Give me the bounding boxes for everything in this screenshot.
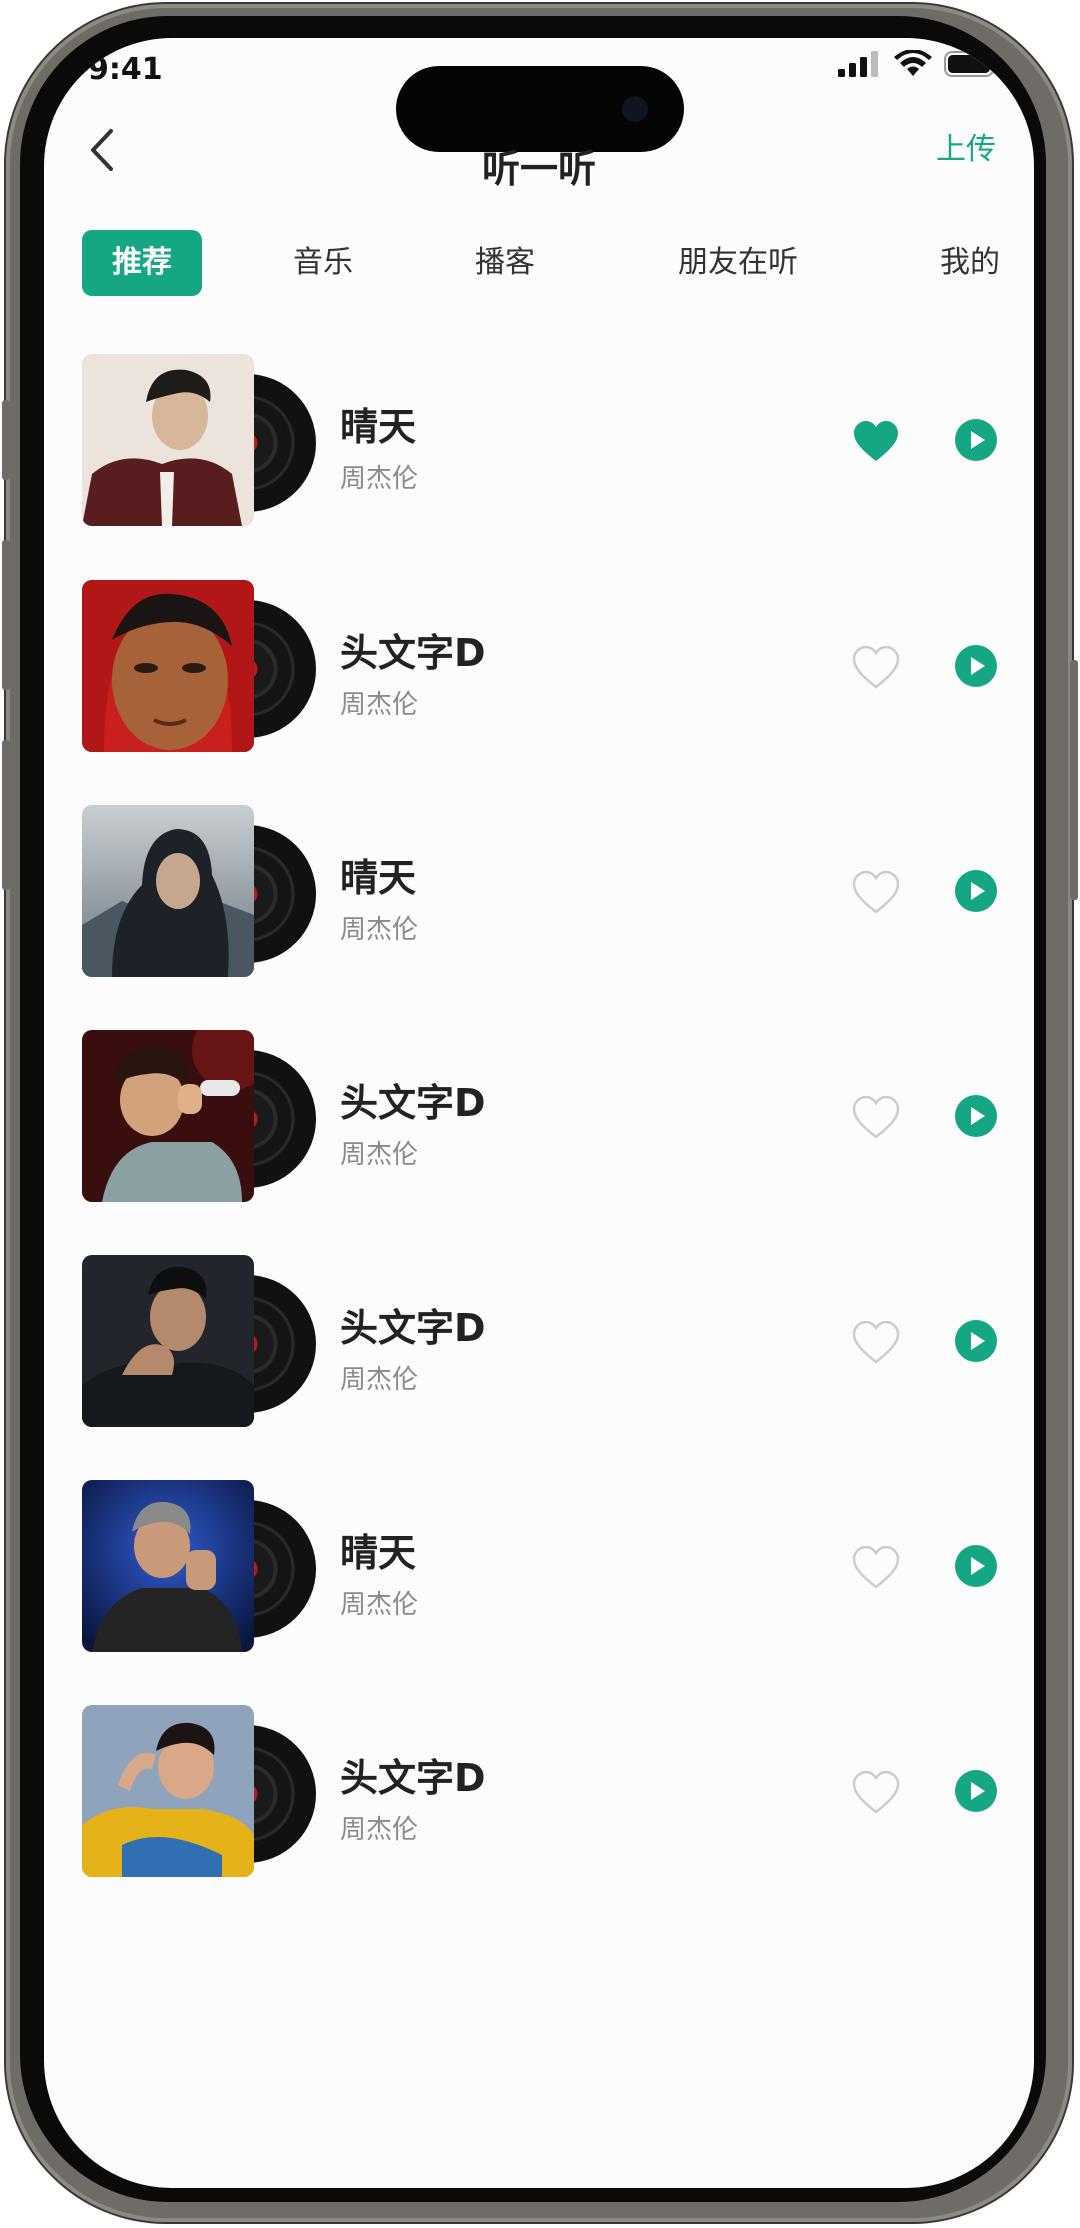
song-artwork [82, 1255, 322, 1427]
song-title: 头文字D [340, 1756, 486, 1800]
song-row[interactable]: 头文字D 周杰伦 [44, 1255, 1034, 1445]
play-icon[interactable] [954, 1769, 998, 1813]
play-icon[interactable] [954, 1544, 998, 1588]
album-cover [82, 1255, 254, 1427]
song-artist: 周杰伦 [340, 1815, 419, 1845]
album-cover [82, 1480, 254, 1652]
song-row[interactable]: 头文字D 周杰伦 [44, 580, 1034, 770]
tab-music[interactable]: 音乐 [268, 230, 378, 296]
phone-power-button [1070, 660, 1078, 900]
song-row[interactable]: 晴天 周杰伦 [44, 805, 1034, 995]
tab-mine[interactable]: 我的 [918, 230, 1022, 296]
heart-icon[interactable] [852, 1771, 900, 1815]
signal-icon [838, 51, 878, 77]
play-icon[interactable] [954, 1094, 998, 1138]
song-row[interactable]: 头文字D 周杰伦 [44, 1030, 1034, 1220]
heart-icon[interactable] [852, 1546, 900, 1590]
song-title: 晴天 [340, 405, 417, 449]
heart-icon[interactable] [852, 1096, 900, 1140]
song-artist: 周杰伦 [340, 464, 419, 494]
heart-icon[interactable] [852, 420, 900, 464]
album-cover [82, 354, 254, 526]
phone-action-button [2, 400, 10, 480]
song-artwork [82, 1480, 322, 1652]
status-icons [838, 50, 1000, 78]
song-title: 头文字D [340, 631, 486, 675]
front-camera [622, 96, 648, 122]
page-title: 听一听 [481, 147, 596, 191]
play-icon[interactable] [954, 1319, 998, 1363]
heart-icon[interactable] [852, 871, 900, 915]
heart-icon[interactable] [852, 1321, 900, 1365]
wifi-icon [894, 50, 932, 76]
song-artwork [82, 354, 322, 526]
category-tabs: 推荐 音乐 播客 朋友在听 我的 [82, 230, 1022, 300]
song-artist: 周杰伦 [340, 1365, 419, 1395]
song-artist: 周杰伦 [340, 1140, 419, 1170]
heart-icon[interactable] [852, 646, 900, 690]
song-artist: 周杰伦 [340, 690, 419, 720]
song-title: 晴天 [340, 856, 417, 900]
song-row[interactable]: 头文字D 周杰伦 [44, 1705, 1034, 1895]
song-artwork [82, 1030, 322, 1202]
tab-friends-listening[interactable]: 朋友在听 [658, 230, 818, 296]
album-cover [82, 580, 254, 752]
album-cover [82, 1030, 254, 1202]
song-title: 头文字D [340, 1081, 486, 1125]
song-artist: 周杰伦 [340, 915, 419, 945]
album-cover [82, 805, 254, 977]
upload-button[interactable]: 上传 [936, 124, 996, 168]
play-icon[interactable] [954, 418, 998, 462]
song-artist: 周杰伦 [340, 1590, 419, 1620]
song-artwork [82, 580, 322, 752]
song-title: 头文字D [340, 1306, 486, 1350]
tab-podcast[interactable]: 播客 [450, 230, 560, 296]
song-artwork [82, 805, 322, 977]
phone-volume-down-button [2, 740, 10, 890]
song-row[interactable]: 晴天 周杰伦 [44, 354, 1034, 544]
song-row[interactable]: 晴天 周杰伦 [44, 1480, 1034, 1670]
phone-screen: 9:41 听一听 上传 推荐 音乐 播客 朋友在听 我的 晴天 周杰伦 头文字D… [44, 38, 1034, 2188]
play-icon[interactable] [954, 644, 998, 688]
song-title: 晴天 [340, 1531, 417, 1575]
play-icon[interactable] [954, 869, 998, 913]
song-artwork [82, 1705, 322, 1877]
phone-volume-up-button [2, 540, 10, 690]
album-cover [82, 1705, 254, 1877]
battery-icon [944, 51, 999, 77]
tab-recommend[interactable]: 推荐 [82, 230, 202, 296]
status-time: 9:41 [88, 52, 163, 87]
